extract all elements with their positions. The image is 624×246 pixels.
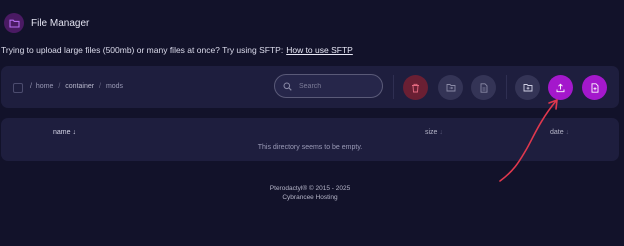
footer-host: Cybrancee Hosting bbox=[282, 194, 338, 201]
upload-icon bbox=[556, 83, 565, 92]
empty-directory-message: This directory seems to be empty. bbox=[257, 144, 363, 151]
column-header-date[interactable]: date ↓ bbox=[550, 129, 569, 136]
column-header-size[interactable]: size ↓ bbox=[425, 129, 443, 136]
breadcrumb-item-home[interactable]: home bbox=[36, 83, 54, 90]
column-name-label: name bbox=[53, 129, 71, 136]
sort-arrow-icon: ↓ bbox=[439, 129, 443, 136]
breadcrumb-item-container[interactable]: container bbox=[65, 83, 94, 90]
new-folder-icon bbox=[523, 84, 532, 92]
footer: Pterodactyl® © 2015 - 2025 Cybrancee Hos… bbox=[0, 184, 620, 202]
sftp-help-link[interactable]: How to use SFTP bbox=[286, 45, 353, 55]
folder-icon bbox=[4, 13, 24, 33]
page-title: File Manager bbox=[31, 17, 90, 29]
breadcrumb-item-mods: mods bbox=[105, 83, 124, 90]
sort-arrow-icon: ↓ bbox=[72, 129, 76, 136]
search-box[interactable] bbox=[274, 74, 383, 98]
breadcrumb-root[interactable]: / bbox=[30, 83, 32, 90]
move-button[interactable] bbox=[438, 75, 463, 100]
file-icon bbox=[480, 82, 487, 93]
toolbar-divider bbox=[506, 75, 507, 99]
delete-button[interactable] bbox=[403, 75, 428, 100]
search-input[interactable] bbox=[297, 81, 371, 91]
move-icon bbox=[446, 84, 455, 92]
sort-arrow-icon: ↓ bbox=[565, 129, 570, 136]
file-toolbar: / home / container / mods bbox=[1, 66, 619, 108]
archive-button[interactable] bbox=[471, 75, 496, 100]
footer-copyright: Pterodactyl® © 2015 - 2025 bbox=[269, 185, 351, 192]
search-icon bbox=[283, 82, 292, 91]
column-size-label: size bbox=[425, 129, 438, 136]
column-header-name[interactable]: name ↓ bbox=[53, 129, 76, 136]
select-all-checkbox[interactable] bbox=[13, 83, 23, 93]
file-table: name ↓ size ↓ date ↓ This directory seem… bbox=[1, 118, 619, 161]
breadcrumb: / home / container / mods bbox=[30, 83, 123, 90]
sftp-notice-text: Trying to upload large files (500mb) or … bbox=[1, 45, 284, 55]
breadcrumb-separator: / bbox=[58, 83, 61, 90]
new-folder-button[interactable] bbox=[515, 75, 540, 100]
page-header: File Manager bbox=[4, 11, 89, 35]
breadcrumb-separator: / bbox=[99, 83, 101, 90]
trash-icon bbox=[412, 83, 419, 92]
toolbar-divider bbox=[393, 75, 394, 99]
new-file-button[interactable] bbox=[582, 75, 607, 100]
new-file-icon bbox=[591, 82, 598, 93]
upload-button[interactable] bbox=[548, 75, 573, 100]
sftp-notice: Trying to upload large files (500mb) or … bbox=[1, 45, 353, 55]
column-date-label: date bbox=[550, 129, 564, 136]
